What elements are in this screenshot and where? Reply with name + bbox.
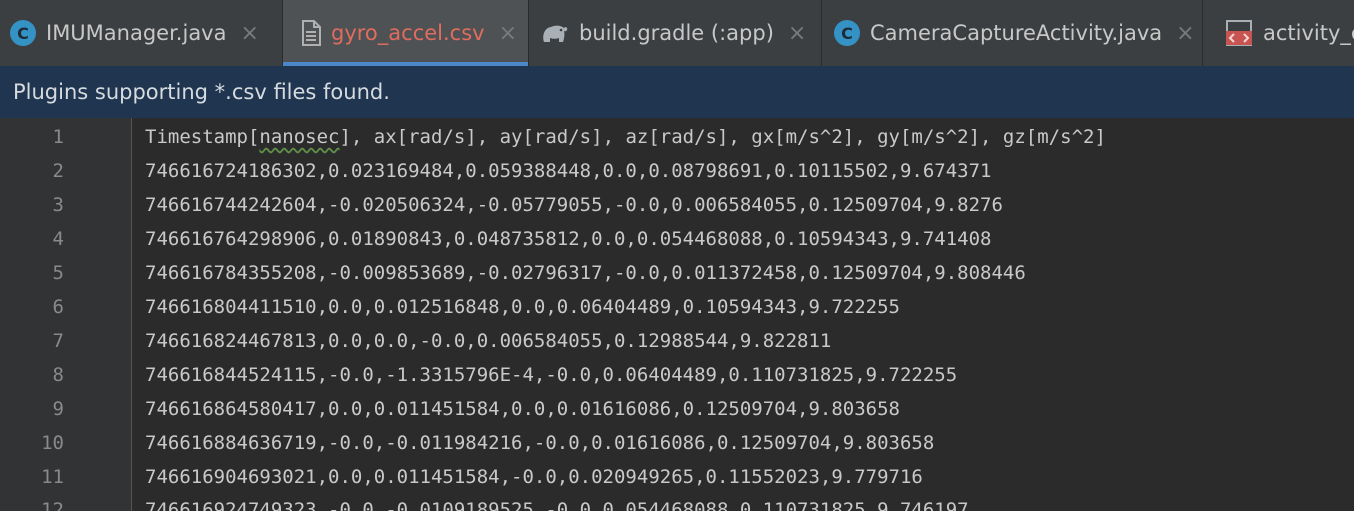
java-class-icon: C: [10, 20, 36, 46]
tab-label: build.gradle (:app): [579, 21, 774, 45]
spelling-warning: nanosec: [259, 126, 340, 148]
line-text[interactable]: 746616724186302,0.023169484,0.059388448,…: [145, 154, 991, 188]
plugin-notification-banner: Plugins supporting *.csv files found.: [0, 66, 1354, 118]
line-number: 2: [52, 160, 64, 182]
line-number: 12: [41, 499, 64, 511]
code-editor[interactable]: 1 Timestamp[nanosec], ax[rad/s], ay[rad/…: [0, 118, 1354, 511]
line-number: 10: [41, 432, 64, 454]
csv-file-icon: [301, 20, 321, 46]
line-text[interactable]: 746616844524115,-0.0,-1.3315796E-4,-0.0,…: [145, 358, 957, 392]
close-tab-icon[interactable]: ×: [499, 21, 517, 46]
close-tab-icon[interactable]: ×: [1176, 21, 1194, 46]
line-text[interactable]: 746616924749323,-0.0,-0.0109189525,-0.0,…: [145, 493, 969, 511]
line-number: 5: [52, 262, 64, 284]
editor-line: 4 746616764298906,0.01890843,0.048735812…: [0, 222, 1354, 256]
tab-cameracaptureactivity-java[interactable]: C CameraCaptureActivity.java ×: [822, 0, 1202, 66]
editor-line: 11 746616904693021,0.0,0.011451584,-0.0,…: [0, 460, 1354, 494]
editor-line: 6 746616804411510,0.0,0.012516848,0.0,0.…: [0, 290, 1354, 324]
java-class-icon: C: [834, 20, 860, 46]
notification-text: Plugins supporting *.csv files found.: [13, 80, 390, 104]
editor-line: 3 746616744242604,-0.020506324,-0.057790…: [0, 188, 1354, 222]
editor-line: 10 746616884636719,-0.0,-0.011984216,-0.…: [0, 426, 1354, 460]
close-tab-icon[interactable]: ×: [788, 21, 806, 46]
editor-line: 12 746616924749323,-0.0,-0.0109189525,-0…: [0, 493, 1354, 511]
line-text[interactable]: 746616904693021,0.0,0.011451584,-0.0,0.0…: [145, 460, 923, 494]
line-text[interactable]: 746616784355208,-0.009853689,-0.02796317…: [145, 256, 1026, 290]
line-number: 7: [52, 330, 64, 352]
editor-tab-bar: C IMUManager.java × gyro_accel.csv × bui…: [0, 0, 1354, 66]
line-number: 8: [52, 364, 64, 386]
tab-label: CameraCaptureActivity.java: [870, 21, 1163, 45]
line-number: 3: [52, 194, 64, 216]
editor-line: 1 Timestamp[nanosec], ax[rad/s], ay[rad/…: [0, 120, 1354, 154]
line-text[interactable]: 746616744242604,-0.020506324,-0.05779055…: [145, 188, 1003, 222]
editor-line: 9 746616864580417,0.0,0.011451584,0.0,0.…: [0, 392, 1354, 426]
line-number: 4: [52, 228, 64, 250]
tab-build-gradle[interactable]: build.gradle (:app) ×: [529, 0, 821, 66]
line-number: 1: [52, 126, 64, 148]
line-number: 6: [52, 296, 64, 318]
line-text[interactable]: 746616764298906,0.01890843,0.048735812,0…: [145, 222, 991, 256]
editor-line: 5 746616784355208,-0.009853689,-0.027963…: [0, 256, 1354, 290]
gradle-elephant-icon: [541, 22, 569, 44]
tab-label: gyro_accel.csv: [331, 21, 485, 45]
line-number: 9: [52, 398, 64, 420]
line-text[interactable]: 746616824467813,0.0,0.0,-0.0,0.006584055…: [145, 324, 831, 358]
line-text[interactable]: Timestamp[nanosec], ax[rad/s], ay[rad/s]…: [145, 120, 1106, 154]
line-text[interactable]: 746616804411510,0.0,0.012516848,0.0,0.06…: [145, 290, 900, 324]
line-text[interactable]: 746616864580417,0.0,0.011451584,0.0,0.01…: [145, 392, 900, 426]
editor-line: 7 746616824467813,0.0,0.0,-0.0,0.0065840…: [0, 324, 1354, 358]
close-tab-icon[interactable]: ×: [240, 21, 258, 46]
tab-label: activity_c: [1263, 21, 1354, 45]
xml-layout-icon: [1225, 20, 1253, 46]
editor-line: 2 746616724186302,0.023169484,0.05938844…: [0, 154, 1354, 188]
tab-label: IMUManager.java: [46, 21, 227, 45]
tab-gyro-accel-csv[interactable]: gyro_accel.csv ×: [283, 0, 528, 66]
line-text[interactable]: 746616884636719,-0.0,-0.011984216,-0.0,0…: [145, 426, 934, 460]
line-number: 11: [41, 466, 64, 488]
tab-activity-layout-xml[interactable]: activity_c: [1203, 0, 1354, 66]
tab-imumanager-java[interactable]: C IMUManager.java ×: [0, 0, 282, 66]
editor-line: 8 746616844524115,-0.0,-1.3315796E-4,-0.…: [0, 358, 1354, 392]
